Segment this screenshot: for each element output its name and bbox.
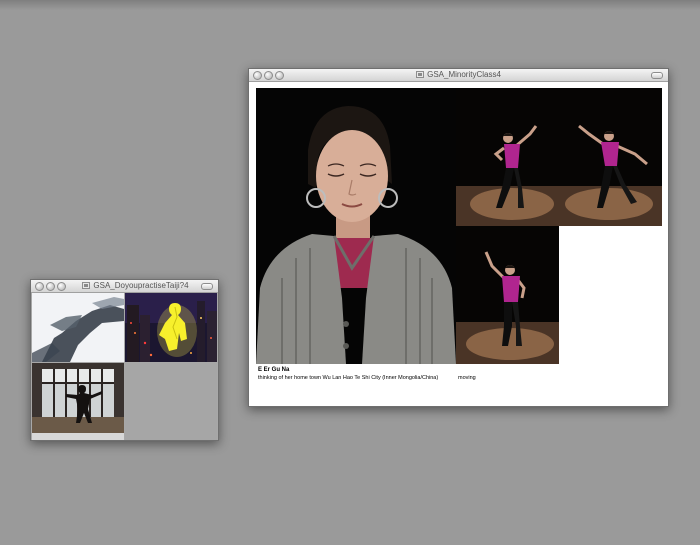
dancer-image-3 [456, 226, 559, 364]
small-window[interactable]: GSA_DoyoupractiseTaiji?4 [30, 279, 219, 441]
caption-note: moving [458, 375, 476, 381]
small-window-content [31, 293, 218, 440]
large-window[interactable]: GSA_MinorityClass4 E Er Gu Na thinking o… [248, 68, 669, 407]
taiji-motion-image [32, 293, 124, 362]
small-window-title: GSA_DoyoupractiseTaiji?4 [93, 281, 189, 290]
large-window-titlebar[interactable]: GSA_MinorityClass4 [249, 69, 668, 82]
document-icon [82, 282, 91, 289]
large-window-title: GSA_MinorityClass4 [427, 70, 501, 79]
large-window-title-row: GSA_MinorityClass4 [249, 69, 668, 81]
caption-name: E Er Gu Na [258, 367, 290, 373]
large-window-content: E Er Gu Na thinking of her home town Wu … [249, 82, 668, 406]
taiji-city-night-image [125, 293, 217, 362]
toolbar-toggle-button[interactable] [201, 283, 213, 290]
caption-description: thinking of her home town Wu Lan Hao Te … [258, 375, 439, 381]
empty-grid-cell [559, 226, 662, 364]
dancer-image-2 [559, 88, 662, 226]
dancer-image-1 [456, 88, 559, 226]
small-window-titlebar[interactable]: GSA_DoyoupractiseTaiji?4 [31, 280, 218, 293]
small-window-title-row: GSA_DoyoupractiseTaiji?4 [31, 280, 218, 292]
document-icon [416, 71, 424, 78]
portrait-image [256, 88, 456, 364]
empty-grid-cell [125, 363, 217, 440]
taiji-window-silhouette-image [32, 363, 124, 440]
desktop-top-shade [0, 0, 700, 10]
toolbar-toggle-button[interactable] [651, 72, 663, 79]
